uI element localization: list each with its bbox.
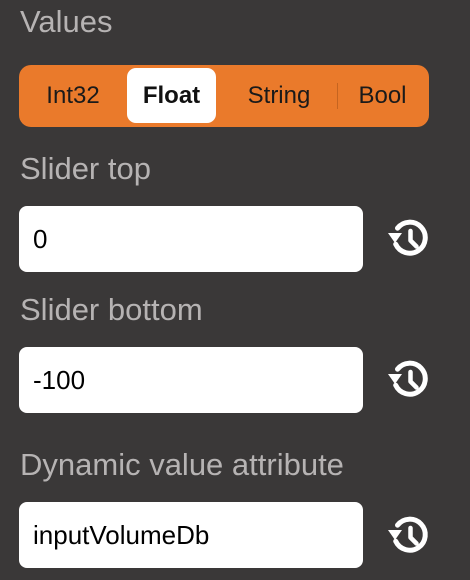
segment-divider — [337, 83, 338, 109]
slider-bottom-label: Slider bottom — [20, 292, 203, 327]
values-label: Values — [20, 4, 113, 39]
slider-top-field[interactable] — [19, 206, 363, 272]
segment-string[interactable]: String — [224, 68, 334, 123]
history-icon — [383, 353, 437, 407]
segment-int32[interactable]: Int32 — [23, 68, 123, 123]
slider-bottom-reset-button[interactable] — [380, 350, 440, 410]
slider-bottom-field[interactable] — [19, 347, 363, 413]
dynamic-value-attribute-label: Dynamic value attribute — [20, 447, 344, 482]
segment-bool[interactable]: Bool — [339, 68, 426, 123]
segment-float[interactable]: Float — [127, 68, 216, 123]
history-icon — [383, 212, 437, 266]
slider-top-reset-button[interactable] — [380, 209, 440, 269]
dynamic-value-attribute-field[interactable] — [19, 502, 363, 568]
dynamic-value-attribute-reset-button[interactable] — [380, 506, 440, 566]
value-type-segmented-control[interactable]: Int32 Float String Bool — [19, 65, 429, 127]
history-icon — [383, 509, 437, 563]
slider-top-label: Slider top — [20, 151, 151, 186]
